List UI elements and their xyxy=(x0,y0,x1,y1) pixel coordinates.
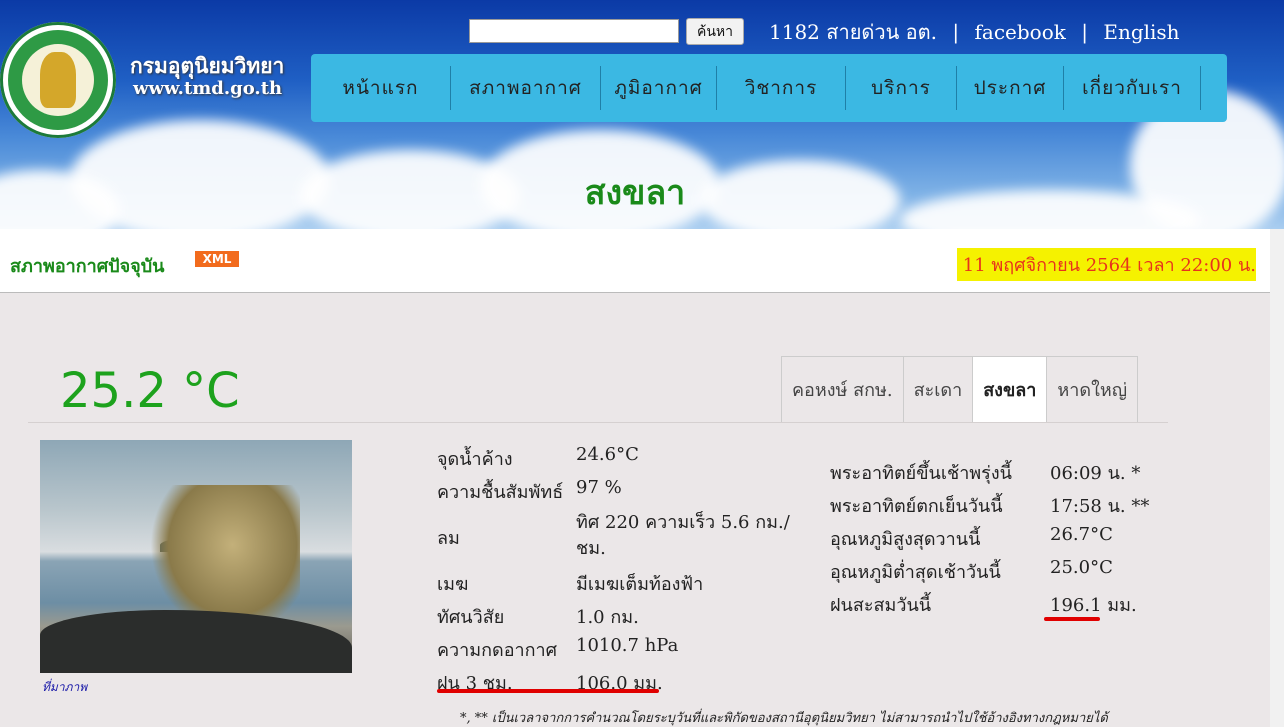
obs-label-dewpoint: จุดน้ำค้าง xyxy=(437,449,513,470)
logo-deity-icon xyxy=(40,52,76,108)
obs-value-wind: ทิศ 220 ความเร็ว 5.6 กม./ชม. xyxy=(576,512,790,559)
obs-label-wind: ลม xyxy=(437,528,460,549)
header-banner: กรมอุตุนิยมวิทยา www.tmd.go.th ค้นหา 118… xyxy=(0,0,1284,229)
red-underline-mark xyxy=(1044,617,1100,621)
stat-label-rain-today: ฝนสะสมวันนี้ xyxy=(830,595,932,616)
stat-label-min-temp: อุณหภูมิต่ำสุดเช้าวันนี้ xyxy=(830,562,1001,583)
obs-label-pressure: ความกดอากาศ xyxy=(437,640,558,661)
link-separator: | xyxy=(1081,20,1088,44)
current-weather-title: สภาพอากาศปัจจุบัน xyxy=(10,256,165,277)
stat-label-sunset: พระอาทิตย์ตกเย็นวันนี้ xyxy=(830,496,1003,517)
stat-label-max-temp: อุณหภูมิสูงสุดวานนี้ xyxy=(830,529,981,550)
stat-value-min-temp: 25.0°C xyxy=(1050,557,1113,578)
facebook-link[interactable]: facebook xyxy=(975,20,1066,44)
stat-value-sunset: 17:58 น. ** xyxy=(1050,496,1150,517)
obs-value-humidity: 97 % xyxy=(576,477,622,498)
red-underline-mark xyxy=(437,689,659,693)
main-content: 25.2 °C คอหงษ์ สกษ. สะเดา สงขลา หาดใหญ่ … xyxy=(0,293,1270,727)
footnote: *, ** เป็นเวลาจากการคำนวณโดยระบุวันที่แล… xyxy=(460,711,1108,726)
xml-feed-icon[interactable]: XML xyxy=(195,251,239,267)
divider xyxy=(28,422,1168,423)
tab-kohong[interactable]: คอหงษ์ สกษ. xyxy=(781,356,903,423)
current-temperature: 25.2 °C xyxy=(60,363,240,419)
stat-value-sunrise: 06:09 น. * xyxy=(1050,463,1141,484)
observation-datetime: 11 พฤศจิกายน 2564 เวลา 22:00 น. xyxy=(956,248,1256,281)
tab-hatyai[interactable]: หาดใหญ่ xyxy=(1046,356,1139,423)
tab-sadao[interactable]: สะเดา xyxy=(902,356,973,423)
tab-songkhla[interactable]: สงขลา xyxy=(972,356,1047,423)
obs-value-cloud: มีเมฆเต็มท้องฟ้า xyxy=(576,574,704,595)
photo-rocks xyxy=(40,610,352,673)
obs-label-visibility: ทัศนวิสัย xyxy=(437,607,505,628)
page-title: สงขลา xyxy=(584,173,686,213)
menu-item-about[interactable]: เกี่ยวกับเรา xyxy=(1064,66,1201,110)
top-links: 1182 สายด่วน อต. | facebook | English xyxy=(769,16,1189,48)
menu-item-services[interactable]: บริการ xyxy=(846,66,957,110)
english-link[interactable]: English xyxy=(1103,20,1179,44)
menu-item-announcements[interactable]: ประกาศ xyxy=(957,66,1064,110)
tmd-logo[interactable] xyxy=(0,22,116,138)
stat-value-rain-today: 196.1 มม. xyxy=(1050,595,1137,616)
menu-item-weather[interactable]: สภาพอากาศ xyxy=(451,66,601,110)
station-tabs: คอหงษ์ สกษ. สะเดา สงขลา หาดใหญ่ xyxy=(781,356,1139,423)
menu-item-home[interactable]: หน้าแรก xyxy=(311,66,451,110)
brand-url: www.tmd.go.th xyxy=(133,78,283,99)
obs-value-visibility: 1.0 กม. xyxy=(576,607,639,628)
search-button[interactable]: ค้นหา xyxy=(686,18,744,45)
stat-value-max-temp: 26.7°C xyxy=(1050,524,1113,545)
obs-label-cloud: เมฆ xyxy=(437,574,469,595)
stat-label-sunrise: พระอาทิตย์ขึ้นเช้าพรุ่งนี้ xyxy=(830,463,1012,484)
obs-value-dewpoint: 24.6°C xyxy=(576,444,639,465)
menu-item-climate[interactable]: ภูมิอากาศ xyxy=(601,66,717,110)
scrollbar[interactable] xyxy=(1270,229,1284,727)
current-weather-bar: สภาพอากาศปัจจุบัน XML 11 พฤศจิกายน 2564 … xyxy=(0,229,1270,293)
station-photo xyxy=(40,440,352,673)
menu-item-academic[interactable]: วิชาการ xyxy=(717,66,846,110)
photo-credit-link[interactable]: ที่มาภาพ xyxy=(42,678,87,697)
search-input[interactable] xyxy=(469,19,679,43)
obs-value-pressure: 1010.7 hPa xyxy=(576,635,679,656)
obs-label-humidity: ความชื้นสัมพัทธ์ xyxy=(437,482,564,503)
hotline-text: 1182 สายด่วน อต. xyxy=(769,20,938,44)
link-separator: | xyxy=(952,20,960,44)
main-menu: หน้าแรก สภาพอากาศ ภูมิอากาศ วิชาการ บริก… xyxy=(311,54,1227,122)
